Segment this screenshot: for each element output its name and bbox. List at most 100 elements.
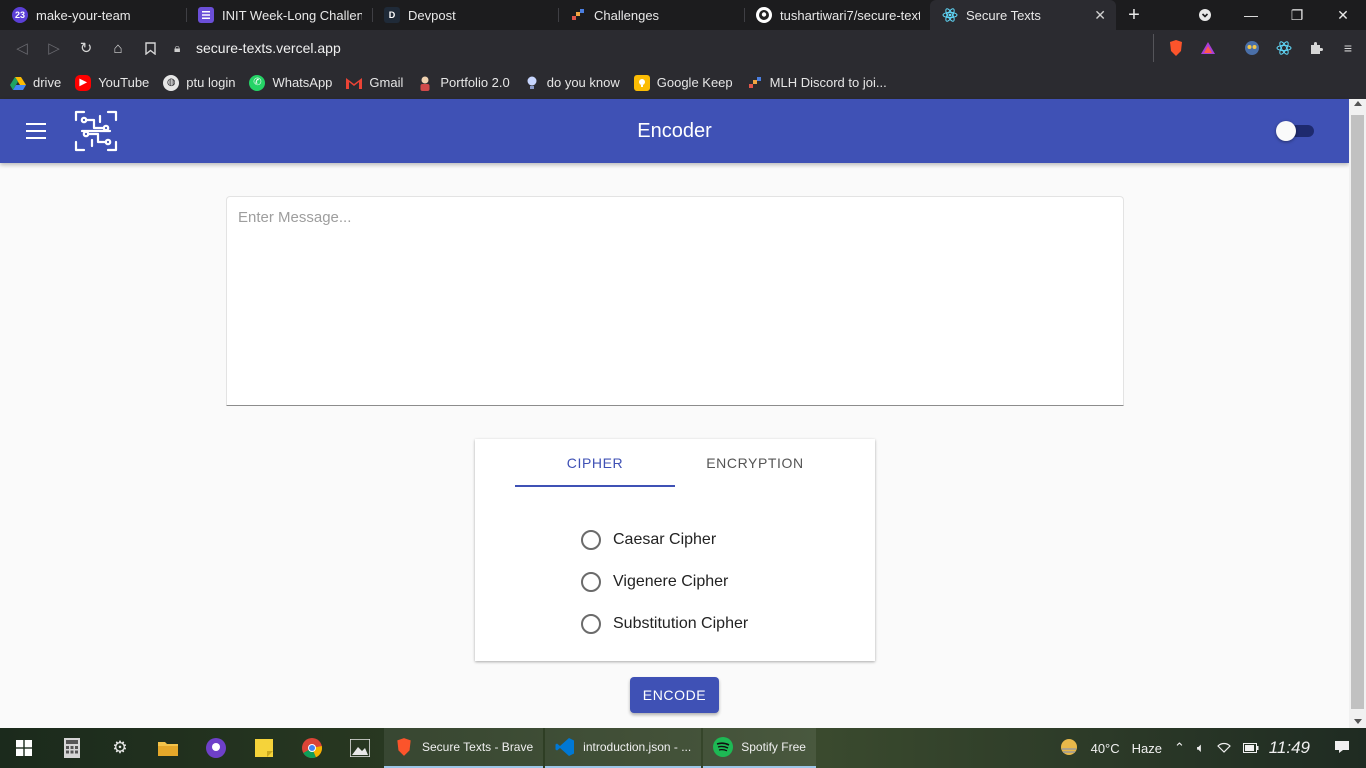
keep-icon <box>633 74 650 91</box>
battery-icon[interactable] <box>1242 741 1259 756</box>
browser-tab-title: make-your-team <box>36 7 131 23</box>
mlh-favicon <box>570 7 586 23</box>
mode-tabs: CIPHER ENCRYPTION <box>515 439 835 487</box>
taskbar-app-spotify[interactable]: Spotify Free <box>703 728 816 768</box>
bookmark-portfolio[interactable]: Portfolio 2.0 <box>417 75 510 91</box>
team-favicon: 23 <box>12 7 28 23</box>
toggle-thumb <box>1276 121 1296 141</box>
url-text: secure-texts.vercel.app <box>196 40 341 56</box>
back-icon[interactable]: ◁ <box>6 32 38 64</box>
bookmark-ptu-login[interactable]: ◍ ptu login <box>163 74 235 91</box>
wifi-icon[interactable] <box>1216 741 1231 756</box>
bookmark-mlh-discord[interactable]: MLH Discord to joi... <box>747 75 887 91</box>
cipher-radio-group: Caesar Cipher Vigenere Cipher Substituti… <box>581 519 748 645</box>
globe-icon: ◍ <box>163 74 180 91</box>
whatsapp-icon: ✆ <box>249 74 266 91</box>
taskbar-app-brave[interactable]: Secure Texts - Brave <box>384 728 544 768</box>
weather-icon[interactable] <box>1059 737 1079 760</box>
browser-tab-github[interactable]: tushartiwari7/secure-texts a <box>744 0 930 30</box>
encoder-app: Encoder CIPHER ENCRYPTION Caesar Cipher … <box>0 99 1349 728</box>
tab-search-icon[interactable] <box>1182 0 1228 30</box>
scroll-down-icon[interactable] <box>1354 719 1362 724</box>
radio-vigenere-cipher[interactable]: Vigenere Cipher <box>581 561 748 603</box>
react-favicon <box>942 7 958 23</box>
calculator-icon[interactable] <box>48 728 96 768</box>
react-devtools-icon[interactable] <box>1268 32 1300 64</box>
bulb-icon <box>524 75 540 91</box>
taskbar-app-vscode[interactable]: introduction.json - ... <box>545 728 702 768</box>
encode-button[interactable]: ENCODE <box>630 677 719 713</box>
new-tab-button[interactable]: + <box>1116 0 1152 30</box>
app-bar: Encoder <box>0 99 1349 163</box>
chrome-icon[interactable] <box>288 728 336 768</box>
tab-encryption[interactable]: ENCRYPTION <box>675 439 835 487</box>
theme-toggle[interactable] <box>1276 121 1314 141</box>
minimize-icon[interactable]: — <box>1228 0 1274 30</box>
radio-label: Substitution Cipher <box>613 615 749 632</box>
brave-shields-icon[interactable] <box>1160 32 1192 64</box>
browser-menu-icon[interactable]: ≡ <box>1332 32 1364 64</box>
reload-icon[interactable]: ↻ <box>70 32 102 64</box>
browser-tab-make-your-team[interactable]: 23 make-your-team <box>0 0 186 30</box>
brave-icon <box>394 737 414 757</box>
notifications-icon[interactable] <box>1334 740 1350 757</box>
browser-tab-challenges[interactable]: Challenges <box>558 0 744 30</box>
close-tab-icon[interactable]: ✕ <box>1094 7 1106 24</box>
system-tray: 40°C Haze ⌃ 🔈︎ 11:49 <box>1053 737 1366 760</box>
photos-icon[interactable] <box>336 728 384 768</box>
mlh-icon <box>747 75 763 91</box>
volume-icon[interactable]: 🔈︎ <box>1197 740 1205 756</box>
browser-tab-title: Secure Texts <box>966 7 1041 23</box>
file-explorer-icon[interactable] <box>144 728 192 768</box>
bookmark-google-keep[interactable]: Google Keep <box>633 74 733 91</box>
page-scrollbar[interactable] <box>1349 99 1366 728</box>
browser-tab-devpost[interactable]: D Devpost <box>372 0 558 30</box>
weather-temperature[interactable]: 40°C <box>1091 741 1120 756</box>
extensions-puzzle-icon[interactable] <box>1300 32 1332 64</box>
radio-circle[interactable] <box>581 530 601 550</box>
bookmark-gmail[interactable]: Gmail <box>346 75 403 91</box>
window-controls: — ❐ ✕ <box>1182 0 1366 30</box>
close-window-icon[interactable]: ✕ <box>1320 0 1366 30</box>
bookmark-youtube[interactable]: ▶ YouTube <box>75 74 149 91</box>
browser-tab-title: Devpost <box>408 7 456 23</box>
bookmark-whatsapp[interactable]: ✆ WhatsApp <box>249 74 332 91</box>
browser-tab-secure-texts[interactable]: Secure Texts ✕ <box>930 0 1116 30</box>
browser-tab-init-challenges[interactable]: INIT Week-Long Challenges <box>186 0 372 30</box>
radio-circle[interactable] <box>581 572 601 592</box>
list-favicon <box>198 7 214 23</box>
home-icon[interactable]: ⌂ <box>102 32 134 64</box>
github-favicon <box>756 7 772 23</box>
radio-label: Caesar Cipher <box>613 531 717 548</box>
spotify-icon <box>713 737 734 757</box>
weather-description[interactable]: Haze <box>1132 741 1162 756</box>
bookmark-do-you-know[interactable]: do you know <box>524 75 620 91</box>
tray-chevron-up-icon[interactable]: ⌃ <box>1174 740 1185 756</box>
browser-tab-strip: 23 make-your-team INIT Week-Long Challen… <box>0 0 1366 30</box>
bookmark-drive[interactable]: drive <box>10 75 61 91</box>
extension-owl-icon[interactable] <box>1236 32 1268 64</box>
message-input[interactable] <box>227 197 1123 405</box>
restore-icon[interactable]: ❐ <box>1274 0 1320 30</box>
radio-circle[interactable] <box>581 614 601 634</box>
bookmark-icon[interactable] <box>134 32 166 64</box>
scroll-thumb[interactable] <box>1351 115 1364 709</box>
radio-caesar-cipher[interactable]: Caesar Cipher <box>581 519 748 561</box>
system-clock[interactable]: 11:49 <box>1269 738 1310 758</box>
sticky-notes-icon[interactable] <box>240 728 288 768</box>
forward-icon[interactable]: ▷ <box>38 32 70 64</box>
brave-rewards-icon[interactable] <box>1192 32 1224 64</box>
message-field <box>226 196 1124 406</box>
lock-icon: 🔒︎ <box>174 40 181 55</box>
address-bar[interactable]: 🔒︎ secure-texts.vercel.app <box>174 34 1154 62</box>
browser-toolbar: ◁ ▷ ↻ ⌂ 🔒︎ secure-texts.vercel.app ≡ <box>0 30 1366 66</box>
tab-cipher[interactable]: CIPHER <box>515 439 675 487</box>
settings-gear-icon[interactable]: ⚙ <box>96 728 144 768</box>
radio-substitution-cipher[interactable]: Substitution Cipher <box>581 603 748 645</box>
browser-tab-title: INIT Week-Long Challenges <box>222 7 362 23</box>
browser-tab-title: Challenges <box>594 7 660 23</box>
scroll-up-icon[interactable] <box>1354 101 1362 106</box>
windows-start-icon[interactable] <box>0 728 48 768</box>
gmail-icon <box>346 75 363 91</box>
github-desktop-icon[interactable] <box>192 728 240 768</box>
